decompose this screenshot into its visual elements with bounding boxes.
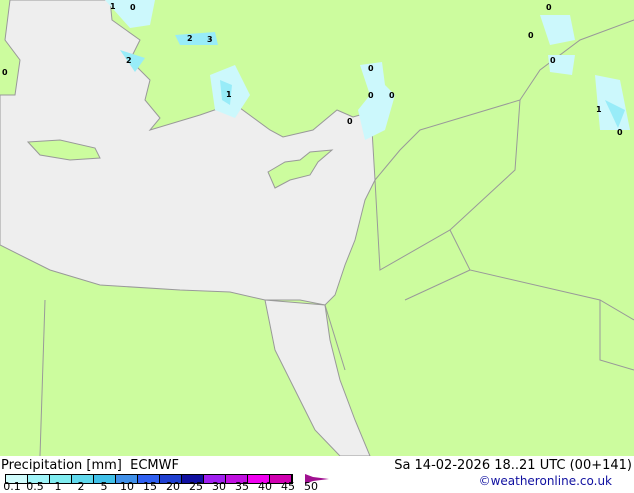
svg-text:0: 0 [617, 128, 623, 137]
svg-text:2: 2 [187, 34, 193, 43]
svg-text:1: 1 [110, 2, 116, 11]
map-title: Precipitation [mm] ECMWF [1, 458, 179, 473]
svg-text:2: 2 [126, 56, 132, 65]
legend-tick: 50 [304, 480, 318, 493]
legend-tick: 45 [281, 480, 295, 493]
legend-tick: 20 [166, 480, 180, 493]
legend-tick: 5 [100, 480, 108, 493]
svg-text:0: 0 [130, 3, 136, 12]
svg-text:0: 0 [368, 91, 374, 100]
legend-tick: 10 [120, 480, 134, 493]
legend-tick: 0.5 [26, 480, 44, 493]
legend-tick: 0.1 [3, 480, 21, 493]
svg-text:3: 3 [207, 35, 213, 44]
legend-tick: 2 [77, 480, 85, 493]
title-text: Precipitation [mm] [1, 458, 122, 473]
svg-text:1: 1 [226, 90, 232, 99]
legend-tick: 15 [143, 480, 157, 493]
legend-tick: 40 [258, 480, 272, 493]
precipitation-map: 1 0 2 3 2 1 0 0 0 0 0 0 0 1 0 0 [0, 0, 634, 456]
svg-text:0: 0 [550, 56, 556, 65]
credit-link[interactable]: ©weatheronline.co.uk [479, 474, 612, 488]
svg-text:1: 1 [596, 105, 602, 114]
svg-text:0: 0 [347, 117, 353, 126]
legend-tick: 30 [212, 480, 226, 493]
svg-text:0: 0 [546, 3, 552, 12]
svg-text:0: 0 [2, 68, 8, 77]
svg-text:0: 0 [389, 91, 395, 100]
svg-text:0: 0 [368, 64, 374, 73]
valid-time: Sa 14-02-2026 18..21 UTC (00+141) [394, 458, 632, 473]
svg-text:0: 0 [528, 31, 534, 40]
legend-tick: 1 [54, 480, 62, 493]
legend-tick: 35 [235, 480, 249, 493]
model-name: ECMWF [130, 458, 179, 473]
legend-tick: 25 [189, 480, 203, 493]
